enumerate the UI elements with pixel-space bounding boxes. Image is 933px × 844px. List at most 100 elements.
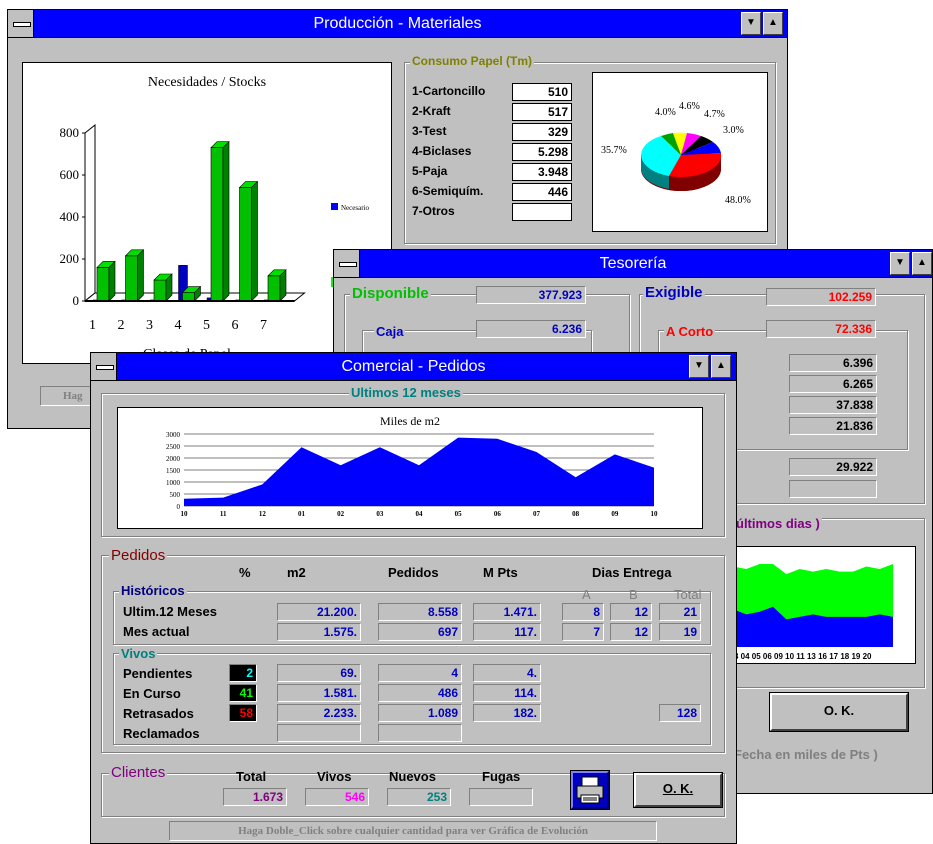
- retrasados-pedidos[interactable]: 1.089: [378, 704, 462, 722]
- acorto-field[interactable]: 72.336: [766, 320, 876, 338]
- mes-m2[interactable]: 1.575.: [277, 623, 361, 641]
- pendientes-pct[interactable]: 2: [229, 664, 257, 682]
- material-value[interactable]: 329: [512, 123, 572, 141]
- maximize-button[interactable]: ▲: [763, 12, 783, 35]
- acorto-label: A Corto: [664, 324, 716, 339]
- sub-a: A: [582, 587, 591, 602]
- mes-pedidos[interactable]: 697: [378, 623, 462, 641]
- y-tick-label: 2000: [166, 455, 181, 463]
- system-menu-icon[interactable]: [8, 10, 34, 37]
- ultim-label: Ultim.12 Meses: [123, 604, 217, 619]
- x-tick-label: 09: [611, 510, 619, 518]
- mes-total[interactable]: 19: [659, 623, 701, 641]
- tes-ok-button[interactable]: O. K.: [769, 692, 909, 732]
- material-label: 3-Test: [412, 124, 447, 138]
- pie-panel[interactable]: 4.0% 4.6% 4.7% 3.0% 35.7% 48.0%: [592, 72, 768, 232]
- pendientes-pedidos[interactable]: 4: [378, 664, 462, 682]
- material-label: 7-Otros: [412, 204, 455, 218]
- system-menu-icon[interactable]: [91, 353, 117, 380]
- retrasados-pct[interactable]: 58: [229, 704, 257, 722]
- cl-total-label: Total: [236, 769, 267, 784]
- ultim-mpts[interactable]: 1.471.: [473, 603, 541, 621]
- x-tick-label: 10: [181, 510, 189, 518]
- cl-nuevos-label: Nuevos: [389, 769, 436, 784]
- material-value[interactable]: 446: [512, 183, 572, 201]
- x-tick-label: 08: [572, 510, 580, 518]
- minimize-button[interactable]: ▼: [689, 355, 709, 378]
- mes-b[interactable]: 12: [610, 623, 652, 641]
- tesoreria-chart[interactable]: [732, 546, 916, 664]
- y-tick-label: 0: [73, 293, 80, 308]
- ultim-total[interactable]: 21: [659, 603, 701, 621]
- retrasados-total[interactable]: 128: [659, 704, 701, 722]
- pendientes-m2[interactable]: 69.: [277, 664, 361, 682]
- maximize-button[interactable]: ▲: [912, 252, 932, 275]
- y-tick-label: 3000: [166, 431, 181, 439]
- x-tick-label: 1: [89, 318, 96, 333]
- material-value[interactable]: 517: [512, 103, 572, 121]
- ultimos-label: últimos dias ): [734, 516, 822, 531]
- minimize-button[interactable]: ▼: [741, 12, 761, 35]
- bar-stock-side: [137, 249, 144, 302]
- cl-fugas[interactable]: [469, 788, 533, 806]
- caja-field[interactable]: 6.236: [476, 320, 586, 338]
- ultimos-label: Ultimos 12 meses: [349, 385, 463, 400]
- mes-mpts[interactable]: 117.: [473, 623, 541, 641]
- cl-total[interactable]: 1.673: [223, 788, 287, 806]
- system-menu-icon[interactable]: [334, 250, 360, 277]
- x-tick-label: 05: [455, 510, 463, 518]
- material-value[interactable]: [512, 203, 572, 221]
- hint-bar: Haga Doble_Click sobre cualquier cantida…: [169, 821, 657, 841]
- material-value[interactable]: 510: [512, 83, 572, 101]
- reclamados-m2[interactable]: [277, 724, 361, 742]
- cl-vivos[interactable]: 546: [305, 788, 369, 806]
- tes-value-1[interactable]: 6.396: [789, 354, 877, 372]
- tes-value-3[interactable]: 37.838: [789, 396, 877, 414]
- tesoreria-title: Tesorería: [599, 255, 667, 272]
- retrasados-mpts[interactable]: 182.: [473, 704, 541, 722]
- print-button[interactable]: [570, 770, 610, 810]
- x-tick-label: 11: [220, 510, 227, 518]
- ok-label: O. K.: [662, 781, 694, 796]
- x-tick-label: 4: [175, 318, 182, 333]
- encurso-pedidos[interactable]: 486: [378, 684, 462, 702]
- material-label: 4-Biclases: [412, 144, 472, 158]
- bar-stock: [210, 147, 224, 302]
- bar-stock-side: [279, 269, 287, 302]
- ultim-pedidos[interactable]: 8.558: [378, 603, 462, 621]
- comercial-ok-button[interactable]: O. K.: [633, 772, 723, 808]
- pedidos-label: Pedidos: [109, 547, 168, 564]
- tes-value-2[interactable]: 6.265: [789, 375, 877, 393]
- tes-value-5[interactable]: 29.922: [789, 458, 877, 476]
- y-tick-label: 1500: [166, 467, 181, 475]
- material-value[interactable]: 5.298: [512, 143, 572, 161]
- miles-chart-panel[interactable]: Miles de m2 0 500 1000 1500 2000 2500 3000 10 11…: [117, 407, 703, 529]
- material-value[interactable]: 3.948: [512, 163, 572, 181]
- x-tick-label: 6: [232, 318, 239, 333]
- reclamados-pedidos[interactable]: [378, 724, 462, 742]
- tes-value-4[interactable]: 21.836: [789, 417, 877, 435]
- historicos-label: Históricos: [119, 583, 187, 598]
- tes-value-6[interactable]: [789, 480, 877, 498]
- ultim-a[interactable]: 8: [562, 603, 604, 621]
- encurso-m2[interactable]: 1.581.: [277, 684, 361, 702]
- cl-nuevos[interactable]: 253: [387, 788, 451, 806]
- mes-a[interactable]: 7: [562, 623, 604, 641]
- encurso-mpts[interactable]: 114.: [473, 684, 541, 702]
- pie-label-c: 4.7%: [704, 109, 725, 120]
- tes-footer: Fecha en miles de Pts ): [734, 747, 878, 762]
- material-label: 6-Semiquím.: [412, 184, 484, 198]
- produccion-title-bar[interactable]: Producción - Materiales: [8, 10, 787, 38]
- maximize-button[interactable]: ▲: [711, 355, 731, 378]
- y-tick-label: 400: [60, 209, 80, 224]
- ultim-m2[interactable]: 21.200.: [277, 603, 361, 621]
- pendientes-mpts[interactable]: 4.: [473, 664, 541, 682]
- retrasados-m2[interactable]: 2.233.: [277, 704, 361, 722]
- tesoreria-title-bar[interactable]: Tesorería: [334, 250, 932, 278]
- exigible-field[interactable]: 102.259: [766, 288, 876, 306]
- disponible-field[interactable]: 377.923: [476, 286, 586, 304]
- comercial-title-bar[interactable]: Comercial - Pedidos: [91, 353, 736, 381]
- encurso-pct[interactable]: 41: [229, 684, 257, 702]
- ultim-b[interactable]: 12: [610, 603, 652, 621]
- minimize-button[interactable]: ▼: [890, 252, 910, 275]
